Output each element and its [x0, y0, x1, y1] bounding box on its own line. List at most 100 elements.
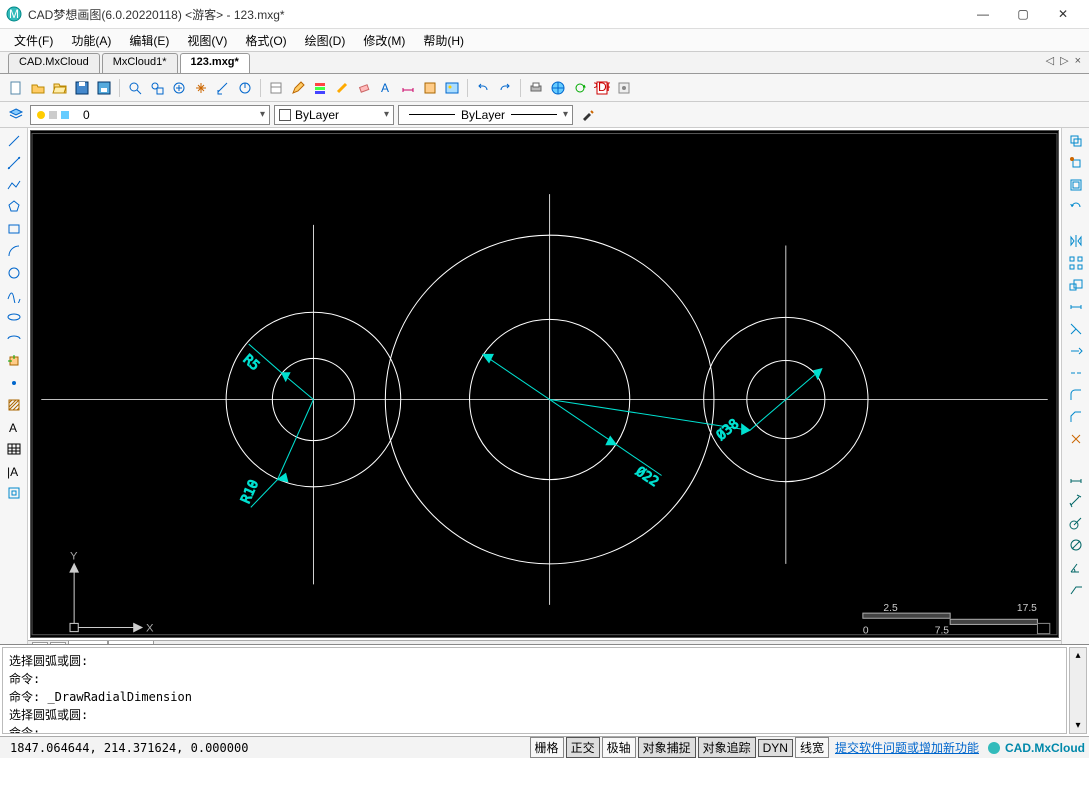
ellipse-arc-icon[interactable] [4, 330, 24, 348]
dim-linear-icon[interactable] [1066, 470, 1086, 488]
circle-icon[interactable] [4, 264, 24, 282]
scale-icon[interactable] [1066, 276, 1086, 294]
toggle-grid[interactable]: 栅格 [530, 737, 564, 758]
menu-file[interactable]: 文件(F) [6, 30, 61, 51]
brand-label[interactable]: CAD.MxCloud [987, 741, 1085, 755]
layers-icon[interactable] [310, 78, 330, 98]
extend-icon[interactable] [1066, 342, 1086, 360]
mirror-icon[interactable] [1066, 232, 1086, 250]
copy-icon[interactable] [1066, 132, 1086, 150]
text-style-icon[interactable]: A [376, 78, 396, 98]
undo-icon[interactable] [473, 78, 493, 98]
pan-icon[interactable] [191, 78, 211, 98]
table-icon[interactable] [4, 440, 24, 458]
open-file-icon[interactable] [28, 78, 48, 98]
polyline-icon[interactable] [4, 176, 24, 194]
doc-tab-active[interactable]: 123.mxg* [180, 53, 250, 73]
pencil-icon[interactable] [288, 78, 308, 98]
doc-tab[interactable]: CAD.MxCloud [8, 53, 100, 73]
command-history[interactable]: 选择圆弧或圆: 命令: 命令: _DrawRadialDimension 选择圆… [2, 647, 1067, 734]
save-as-icon[interactable] [94, 78, 114, 98]
zoom-icon[interactable] [125, 78, 145, 98]
ellipse-icon[interactable] [4, 308, 24, 326]
new-file-icon[interactable] [6, 78, 26, 98]
hatch-icon[interactable] [4, 396, 24, 414]
toggle-dyn[interactable]: DYN [758, 739, 793, 757]
fillet-icon[interactable] [1066, 386, 1086, 404]
image-icon[interactable] [442, 78, 462, 98]
block-icon[interactable] [420, 78, 440, 98]
refresh-icon[interactable] [570, 78, 590, 98]
zoom-window-icon[interactable] [147, 78, 167, 98]
rotate-icon[interactable] [1066, 198, 1086, 216]
zoom-extents-icon[interactable] [169, 78, 189, 98]
maximize-button[interactable]: ▢ [1003, 1, 1043, 27]
toggle-ortho[interactable]: 正交 [566, 737, 600, 758]
tab-nav-left-icon[interactable]: ◁ [1044, 54, 1056, 67]
scroll-up-icon[interactable]: ▴ [1075, 648, 1080, 663]
xline-icon[interactable] [4, 154, 24, 172]
break-icon[interactable] [1066, 364, 1086, 382]
measure-icon[interactable] [213, 78, 233, 98]
drawing-canvas[interactable]: R5 R10 Ø22 Ø38 [30, 130, 1059, 638]
settings-icon[interactable] [614, 78, 634, 98]
command-scrollbar[interactable]: ▴ ▾ [1069, 647, 1087, 734]
menu-modify[interactable]: 修改(M) [355, 30, 413, 51]
toggle-polar[interactable]: 极轴 [602, 737, 636, 758]
menu-view[interactable]: 视图(V) [179, 30, 235, 51]
minimize-button[interactable]: — [963, 1, 1003, 27]
tab-close-icon[interactable]: × [1073, 55, 1083, 67]
layer-combo[interactable]: 0 ▾ [30, 105, 270, 125]
color-combo[interactable]: ByLayer ▾ [274, 105, 394, 125]
region-icon[interactable] [4, 484, 24, 502]
line-icon[interactable] [4, 132, 24, 150]
dim-radius-icon[interactable] [1066, 514, 1086, 532]
menu-edit[interactable]: 编辑(E) [121, 30, 177, 51]
toggle-otrack[interactable]: 对象追踪 [698, 737, 756, 758]
move-icon[interactable] [1066, 154, 1086, 172]
save-icon[interactable] [72, 78, 92, 98]
close-button[interactable]: ✕ [1043, 1, 1083, 27]
dim-aligned-icon[interactable] [1066, 492, 1086, 510]
dim-diameter-icon[interactable] [1066, 536, 1086, 554]
doc-tab[interactable]: MxCloud1* [102, 53, 178, 73]
ruler-icon[interactable] [235, 78, 255, 98]
leader-icon[interactable] [1066, 580, 1086, 598]
menu-function[interactable]: 功能(A) [63, 30, 119, 51]
polygon-icon[interactable] [4, 198, 24, 216]
menu-help[interactable]: 帮助(H) [415, 30, 472, 51]
mtext-icon[interactable]: |A [4, 462, 24, 480]
print-icon[interactable] [526, 78, 546, 98]
chamfer-icon[interactable] [1066, 408, 1086, 426]
brush-icon[interactable] [577, 105, 597, 125]
menu-format[interactable]: 格式(O) [237, 30, 294, 51]
dim-angular-icon[interactable] [1066, 558, 1086, 576]
toggle-osnap[interactable]: 对象捕捉 [638, 737, 696, 758]
eraser-icon[interactable] [354, 78, 374, 98]
point-icon[interactable] [4, 374, 24, 392]
arc-icon[interactable] [4, 242, 24, 260]
pdf-icon[interactable]: PDF [592, 78, 612, 98]
offset-icon[interactable] [1066, 176, 1086, 194]
menu-draw[interactable]: 绘图(D) [297, 30, 354, 51]
trim-icon[interactable] [1066, 320, 1086, 338]
properties-icon[interactable] [266, 78, 286, 98]
feedback-link[interactable]: 提交软件问题或增加新功能 [835, 739, 979, 756]
toggle-lwt[interactable]: 线宽 [795, 737, 829, 758]
stretch-icon[interactable] [1066, 298, 1086, 316]
tab-nav-right-icon[interactable]: ▷ [1058, 54, 1070, 67]
highlight-icon[interactable] [332, 78, 352, 98]
layer-manager-icon[interactable] [6, 105, 26, 125]
redo-icon[interactable] [495, 78, 515, 98]
rectangle-icon[interactable] [4, 220, 24, 238]
array-icon[interactable] [1066, 254, 1086, 272]
explode-icon[interactable] [1066, 430, 1086, 448]
text-icon[interactable]: A [4, 418, 24, 436]
scroll-down-icon[interactable]: ▾ [1075, 718, 1080, 733]
linetype-combo[interactable]: ByLayer ▾ [398, 105, 573, 125]
insert-block-icon[interactable] [4, 352, 24, 370]
open-folder-icon[interactable] [50, 78, 70, 98]
globe-icon[interactable] [548, 78, 568, 98]
spline-icon[interactable] [4, 286, 24, 304]
dim-style-icon[interactable] [398, 78, 418, 98]
